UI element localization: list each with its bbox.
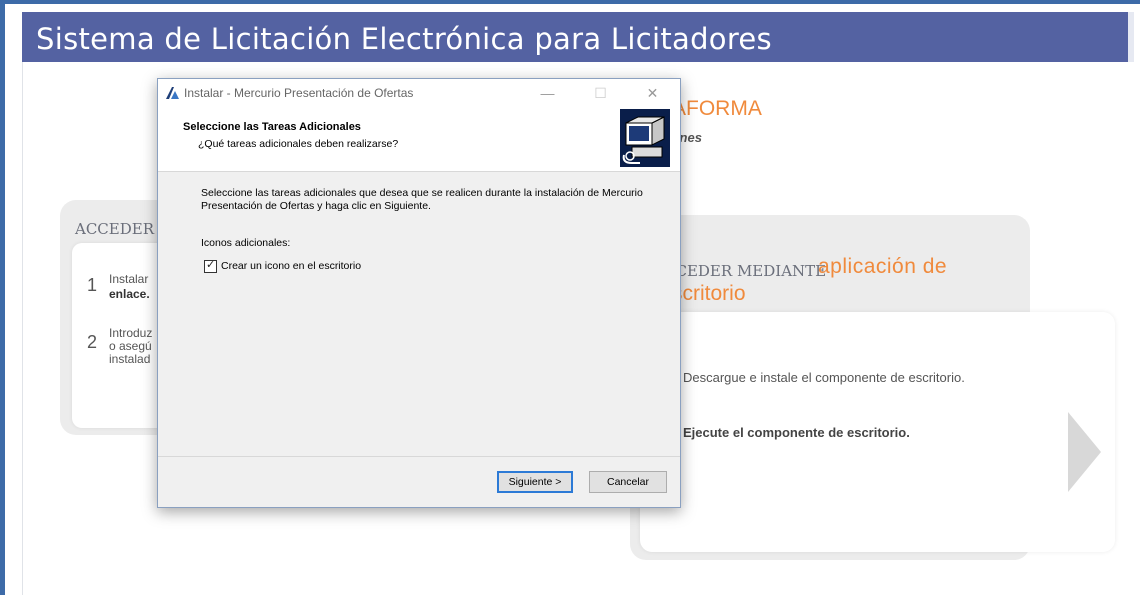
acceder-mediante-label: CCEDER MEDIANTE <box>664 262 827 280</box>
desktop-icon-checkbox-label[interactable]: Crear un icono en el escritorio <box>221 260 361 272</box>
aplicacion-heading: aplicación de <box>818 255 948 278</box>
installer-app-icon <box>166 87 179 99</box>
close-button[interactable]: ✕ <box>630 79 675 107</box>
step-2-text: Introduz o asegú instalad <box>109 327 152 366</box>
minimize-button[interactable]: — <box>525 79 570 107</box>
installer-dialog: Instalar - Mercurio Presentación de Ofer… <box>157 78 681 508</box>
wizard-header-subtitle: ¿Qué tareas adicionales deben realizarse… <box>198 138 399 150</box>
page-frame-top <box>0 0 1140 4</box>
checkmark-icon: ✓ <box>206 259 216 271</box>
step-1-line-1: Instalar <box>109 272 149 286</box>
next-button[interactable]: Siguiente > <box>497 471 573 493</box>
wizard-header: Seleccione las Tareas Adicionales ¿Qué t… <box>158 107 680 172</box>
acceder-title: ACCEDER <box>75 220 155 238</box>
dialog-title: Instalar - Mercurio Presentación de Ofer… <box>184 86 414 100</box>
page-header: Sistema de Licitación Electrónica para L… <box>22 12 1134 62</box>
plataforma-heading: AFORMA <box>672 97 762 120</box>
step-1-number: 1 <box>87 275 98 295</box>
descargue-instruction[interactable]: Descargue e instale el componente de esc… <box>683 370 965 385</box>
step-1-line-2: enlace. <box>109 287 150 301</box>
maximize-button[interactable]: ☐ <box>578 79 623 107</box>
dialog-titlebar[interactable]: Instalar - Mercurio Presentación de Ofer… <box>158 79 680 107</box>
desktop-icon-checkbox[interactable]: ✓ <box>204 259 217 273</box>
wizard-description: Seleccione las tareas adicionales que de… <box>201 187 643 212</box>
computer-install-icon <box>620 109 670 167</box>
footer-divider <box>158 456 680 457</box>
next-arrow-icon[interactable] <box>1068 412 1101 492</box>
page-frame-left <box>0 0 5 595</box>
ejecute-instruction[interactable]: Ejecute el componente de escritorio. <box>683 425 910 440</box>
escritorio-heading: scritorio <box>672 282 746 305</box>
page-title: Sistema de Licitación Electrónica para L… <box>36 22 772 56</box>
wizard-header-title: Seleccione las Tareas Adicionales <box>183 121 361 133</box>
content-border <box>22 62 23 595</box>
header-edge <box>1128 12 1134 62</box>
cancel-button[interactable]: Cancelar <box>589 471 667 493</box>
step-2-number: 2 <box>87 332 98 352</box>
additional-icons-label: Iconos adicionales: <box>201 237 291 249</box>
step-2-line-3: instalad <box>109 352 151 366</box>
step-1-text: Instalar enlace. <box>109 273 150 301</box>
